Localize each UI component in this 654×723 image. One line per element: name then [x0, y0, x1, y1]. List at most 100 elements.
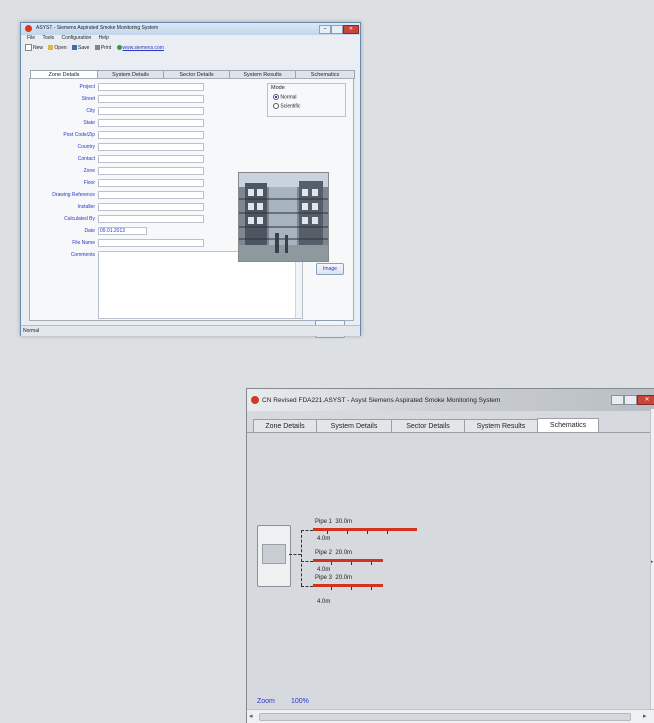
label-country: Country: [77, 144, 95, 150]
sampling-hole: [331, 562, 332, 565]
label-date: Date: [84, 228, 95, 234]
label-state: State: [83, 120, 95, 126]
connector-pipe-2: [301, 561, 313, 562]
label-installer: Installer: [77, 204, 95, 210]
connector-line: [289, 554, 301, 555]
menu-configuration[interactable]: Configuration: [62, 35, 92, 41]
label-floor: Floor: [83, 180, 95, 186]
maximize-button[interactable]: [331, 25, 343, 34]
open-button[interactable]: Open: [48, 45, 67, 51]
sampling-hole: [387, 531, 388, 534]
contact-field[interactable]: [98, 155, 204, 163]
mode-scientific-radio[interactable]: Scientific: [273, 103, 300, 109]
sampling-hole: [371, 587, 372, 590]
menu-file[interactable]: File: [27, 35, 35, 41]
sampling-hole: [331, 587, 332, 590]
sampling-hole: [367, 531, 368, 534]
pipe-3[interactable]: [313, 584, 383, 587]
label-calculated-by: Calculated By: [64, 216, 95, 222]
asyst-window-schematics: CN Revised FDA221.ASYST - Asyst Siemens …: [246, 388, 654, 723]
maximize-button[interactable]: [624, 395, 637, 405]
sampling-hole: [327, 531, 328, 534]
connector-pipe-1: [301, 530, 313, 531]
label-file-name: File Name: [72, 240, 95, 246]
pipe-2-offset: 4.0m: [317, 567, 331, 573]
close-button[interactable]: ✕: [637, 395, 654, 405]
label-city: City: [86, 108, 95, 114]
label-drawing-reference: Drawing Reference: [52, 192, 95, 198]
status-text: Normal: [23, 328, 40, 334]
zone-details-panel: Project Street City State Post Code/Zip …: [29, 78, 354, 338]
sampling-hole: [351, 562, 352, 565]
pipe-2-label: Pipe 2 20.0m: [315, 550, 353, 556]
zoom-label: Zoom: [257, 698, 275, 705]
country-field[interactable]: [98, 143, 204, 151]
scroll-left-arrow-icon[interactable]: ◂: [249, 712, 253, 720]
globe-icon: [116, 45, 122, 50]
label-project: Project: [79, 84, 95, 90]
sampling-hole: [347, 531, 348, 534]
pipe-1[interactable]: [313, 528, 417, 531]
menu-help[interactable]: Help: [99, 35, 109, 41]
print-button[interactable]: Print: [94, 45, 111, 51]
date-field[interactable]: 09.01.2013: [98, 227, 147, 235]
schematic-canvas: Pipe 1 30.0m 4.0m Pipe 2 20.0m 4.0m Pipe…: [247, 433, 650, 709]
horizontal-scroll-thumb[interactable]: [259, 713, 631, 721]
asyst-app-icon: [25, 25, 32, 32]
post-code-field[interactable]: [98, 131, 204, 139]
label-post-code: Post Code/Zip: [63, 132, 95, 138]
close-button[interactable]: ✕: [343, 25, 359, 34]
siemens-link[interactable]: www.siemens.com: [116, 45, 164, 51]
label-zone: Zone: [83, 168, 95, 174]
label-comments: Comments: [70, 252, 95, 258]
toolbar: New Open Save Print www.siemens.com: [21, 44, 360, 53]
zoom-value: 100%: [291, 698, 309, 705]
radio-selected-icon: [273, 94, 279, 100]
asyst-window-zone-details: ASYST - Siemens Aspirated Smoke Monitori…: [20, 22, 361, 338]
status-bar: Normal: [21, 325, 360, 336]
state-field[interactable]: [98, 119, 204, 127]
label-street: Street: [81, 96, 95, 102]
minimize-button[interactable]: [611, 395, 624, 405]
title-bar: CN Revised FDA221.ASYST - Asyst Siemens …: [247, 389, 654, 411]
pipe-3-label: Pipe 3 20.0m: [315, 575, 353, 581]
minimize-button[interactable]: –: [319, 25, 331, 34]
pipe-3-offset: 4.0m: [317, 599, 331, 605]
new-button[interactable]: New: [25, 44, 43, 51]
city-field[interactable]: [98, 107, 204, 115]
file-name-field[interactable]: [98, 239, 204, 247]
printer-icon: [94, 45, 100, 50]
detector-panel: [262, 544, 286, 564]
asyst-app-icon: [251, 396, 259, 404]
vertical-scrollbar[interactable]: ▸: [650, 409, 654, 709]
menu-bar: File Tools Configuration Help: [21, 35, 360, 43]
calculated-by-field[interactable]: [98, 215, 204, 223]
label-contact: Contact: [77, 156, 95, 162]
pipe-1-label: Pipe 1 30.0m: [315, 519, 353, 525]
drawing-reference-field[interactable]: [98, 191, 204, 199]
zone-image: [238, 172, 329, 262]
sampling-hole: [371, 562, 372, 565]
disk-icon: [72, 45, 78, 50]
mode-normal-radio[interactable]: Normal: [273, 94, 297, 100]
street-field[interactable]: [98, 95, 204, 103]
project-field[interactable]: [98, 83, 204, 91]
menu-tools[interactable]: Tools: [42, 35, 54, 41]
window-title: ASYST - Siemens Aspirated Smoke Monitori…: [36, 25, 159, 31]
installer-field[interactable]: [98, 203, 204, 211]
scroll-right-arrow-icon[interactable]: ▸: [643, 712, 647, 720]
floor-field[interactable]: [98, 179, 204, 187]
pipe-2[interactable]: [313, 559, 383, 562]
folder-icon: [48, 45, 54, 50]
zone-field[interactable]: [98, 167, 204, 175]
mode-group: Mode Normal Scientific: [267, 83, 346, 117]
connector-vertical: [301, 530, 302, 586]
detector-unit[interactable]: [257, 525, 291, 587]
mode-label: Mode: [271, 85, 285, 91]
pipe-1-offset: 4.0m: [317, 536, 331, 542]
image-button[interactable]: Image: [316, 263, 344, 275]
connector-pipe-3: [301, 586, 313, 587]
new-file-icon: [25, 44, 32, 51]
save-button[interactable]: Save: [72, 45, 89, 51]
window-title: CN Revised FDA221.ASYST - Asyst Siemens …: [262, 397, 501, 404]
